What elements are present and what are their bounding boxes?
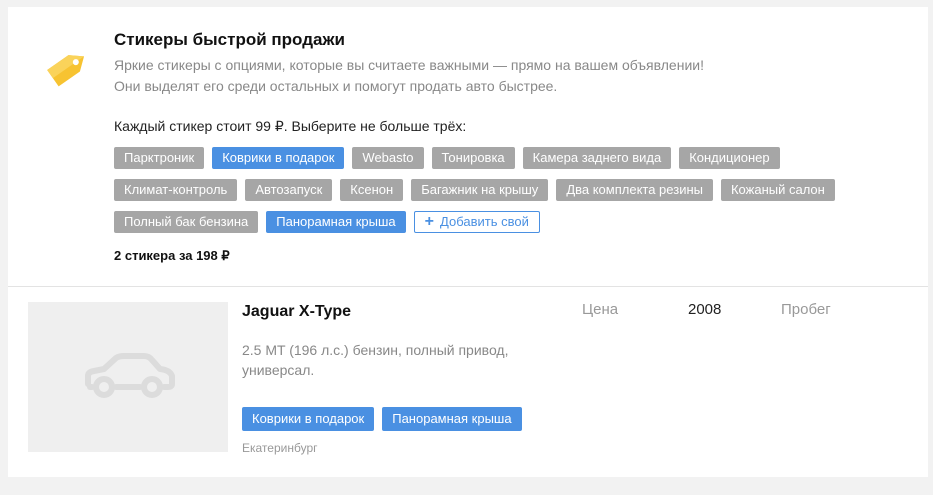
sticker-option[interactable]: Два комплекта резины [556, 179, 713, 201]
listing-price-label: Цена [582, 301, 619, 318]
sticker-option[interactable]: Ксенон [340, 179, 404, 201]
sticker-option[interactable]: Панорамная крыша [266, 211, 406, 233]
listing-year: 2008 [688, 301, 722, 318]
listing-sticker: Панорамная крыша [382, 407, 522, 431]
add-own-sticker-button[interactable]: + Добавить свой [413, 211, 540, 233]
sticker-price-note: Каждый стикер стоит 99 ₽. Выберите не бо… [114, 118, 467, 134]
sticker-promo-card: Стикеры быстрой продажи Яркие стикеры с … [8, 7, 928, 477]
promo-description-line-1: Яркие стикеры с опциями, которые вы счит… [114, 57, 704, 73]
car-photo-placeholder[interactable] [28, 302, 228, 452]
promo-description-line-2: Они выделят его среди остальных и помогу… [114, 78, 558, 94]
listing-title[interactable]: Jaguar X-Type [242, 303, 351, 321]
promo-title: Стикеры быстрой продажи [114, 30, 345, 49]
promo-description: Яркие стикеры с опциями, которые вы счит… [114, 55, 814, 97]
sticker-option[interactable]: Webasto [352, 147, 424, 169]
quick-sale-stickers-section: Стикеры быстрой продажи Яркие стикеры с … [8, 7, 928, 287]
listing-stickers: Коврики в подарок Панорамная крыша [242, 407, 522, 431]
sticker-total: 2 стикера за 198 ₽ [114, 248, 230, 263]
listing-mileage-label: Пробег [781, 301, 831, 318]
sticker-option[interactable]: Автозапуск [245, 179, 333, 201]
sticker-option[interactable]: Тонировка [431, 147, 515, 169]
sticker-option[interactable]: Полный бак бензина [114, 211, 259, 233]
add-own-sticker-label: Добавить свой [440, 214, 529, 229]
sticker-option[interactable]: Багажник на крышу [411, 179, 549, 201]
car-placeholder-icon [85, 353, 175, 398]
listing-description: 2.5 MT (196 л.с.) бензин, полный привод,… [242, 342, 509, 378]
listing-city: Екатеринбург [242, 441, 318, 455]
price-tag-icon [36, 39, 96, 99]
sticker-option[interactable]: Парктроник [114, 147, 205, 169]
sticker-option[interactable]: Камера заднего вида [522, 147, 672, 169]
sticker-option[interactable]: Коврики в подарок [212, 147, 345, 169]
sticker-option[interactable]: Климат-контроль [114, 179, 238, 201]
sticker-options: Парктроник Коврики в подарок Webasto Тониро… [114, 147, 904, 233]
listing-preview: Jaguar X-Type 2.5 MT (196 л.с.) бензин, … [8, 287, 928, 477]
sticker-option[interactable]: Кондиционер [679, 147, 780, 169]
sticker-option[interactable]: Кожаный салон [720, 179, 835, 201]
listing-sticker: Коврики в подарок [242, 407, 375, 431]
plus-icon: + [424, 213, 435, 230]
